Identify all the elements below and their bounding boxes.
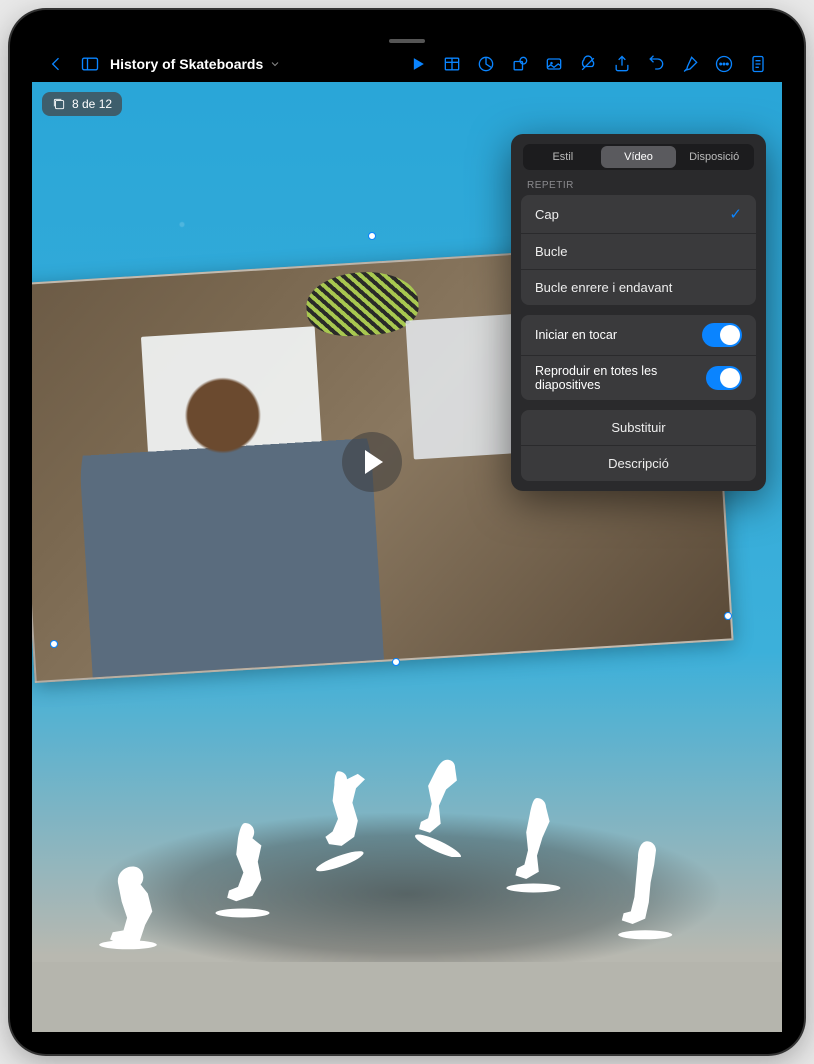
more-icon — [714, 54, 734, 74]
screen: History of Skateboards — [32, 32, 782, 1032]
slide-counter-badge[interactable]: 8 de 12 — [42, 92, 122, 116]
ipad-frame: History of Skateboards — [10, 10, 804, 1054]
share-button[interactable] — [606, 48, 638, 80]
collaborate-button[interactable] — [572, 48, 604, 80]
document-title[interactable]: History of Skateboards — [110, 56, 281, 72]
video-play-overlay[interactable] — [342, 432, 402, 492]
share-icon — [612, 54, 632, 74]
insert-shape-button[interactable] — [504, 48, 536, 80]
more-button[interactable] — [708, 48, 740, 80]
skater-silhouette — [202, 814, 292, 922]
multitask-grabber[interactable] — [389, 39, 425, 43]
chart-icon — [476, 54, 496, 74]
repeat-option-loop[interactable]: Bucle — [521, 234, 756, 270]
sidebar-icon — [80, 54, 100, 74]
selection-handle[interactable] — [50, 640, 58, 648]
slides-icon — [52, 97, 66, 111]
table-icon — [442, 54, 462, 74]
tab-style[interactable]: Estil — [525, 146, 601, 168]
play-icon — [408, 54, 428, 74]
insert-chart-button[interactable] — [470, 48, 502, 80]
format-brush-icon — [680, 54, 700, 74]
insert-table-button[interactable] — [436, 48, 468, 80]
repeat-option-loop-label: Bucle — [535, 244, 568, 259]
format-popover: Estil Vídeo Disposició REPETIR Cap ✓ Buc… — [511, 134, 766, 491]
toggle-play-all-slides[interactable]: Reproduir en totes les diapositives — [521, 356, 756, 400]
toggle-play-all-label: Reproduir en totes les diapositives — [535, 364, 706, 392]
selection-handle[interactable] — [724, 612, 732, 620]
floor — [32, 962, 782, 1032]
skater-silhouette — [602, 834, 692, 942]
insert-media-button[interactable] — [538, 48, 570, 80]
repeat-section-label: REPETIR — [527, 180, 750, 191]
repeat-option-loop-bf-label: Bucle enrere i endavant — [535, 280, 672, 295]
skater-silhouette — [302, 764, 392, 872]
tab-video[interactable]: Vídeo — [601, 146, 677, 168]
sidebar-toggle-button[interactable] — [74, 48, 106, 80]
switch-on[interactable] — [706, 366, 742, 390]
document-options-button[interactable] — [742, 48, 774, 80]
repeat-option-none-label: Cap — [535, 207, 559, 222]
play-button[interactable] — [402, 48, 434, 80]
slide-counter-text: 8 de 12 — [72, 97, 112, 111]
chevron-down-icon — [269, 58, 281, 70]
action-replace[interactable]: Substituir — [521, 410, 756, 446]
selection-handle[interactable] — [392, 658, 400, 666]
undo-button[interactable] — [640, 48, 672, 80]
undo-icon — [646, 54, 666, 74]
selection-handle[interactable] — [368, 232, 376, 240]
shape-icon — [510, 54, 530, 74]
skater-silhouette — [492, 789, 582, 897]
repeat-options-list: Cap ✓ Bucle Bucle enrere i endavant — [521, 195, 756, 305]
check-icon: ✓ — [729, 205, 742, 223]
tab-layout[interactable]: Disposició — [676, 146, 752, 168]
toolbar: History of Skateboards — [32, 46, 782, 82]
playback-toggles: Iniciar en tocar Reproduir en totes les … — [521, 315, 756, 400]
document-options-icon — [748, 54, 768, 74]
format-button[interactable] — [674, 48, 706, 80]
toggle-start-on-tap-label: Iniciar en tocar — [535, 328, 617, 342]
skater-silhouettes — [92, 752, 722, 952]
skater-silhouette — [402, 749, 492, 857]
back-button[interactable] — [40, 48, 72, 80]
switch-on[interactable] — [702, 323, 742, 347]
repeat-option-none[interactable]: Cap ✓ — [521, 195, 756, 234]
toggle-start-on-tap[interactable]: Iniciar en tocar — [521, 315, 756, 356]
skater-silhouette — [92, 844, 182, 952]
back-chevron-icon — [46, 54, 66, 74]
action-description[interactable]: Descripció — [521, 446, 756, 481]
video-person — [73, 343, 384, 677]
video-headscarf — [305, 269, 420, 339]
popover-tabs: Estil Vídeo Disposició — [523, 144, 754, 170]
media-icon — [544, 54, 564, 74]
repeat-option-loop-bf[interactable]: Bucle enrere i endavant — [521, 270, 756, 305]
slide-canvas[interactable]: 8 de 12 Estil Vídeo Disposició REPETIR C… — [32, 82, 782, 1032]
video-actions: Substituir Descripció — [521, 410, 756, 481]
document-title-text: History of Skateboards — [110, 56, 263, 72]
collab-icon — [578, 54, 598, 74]
